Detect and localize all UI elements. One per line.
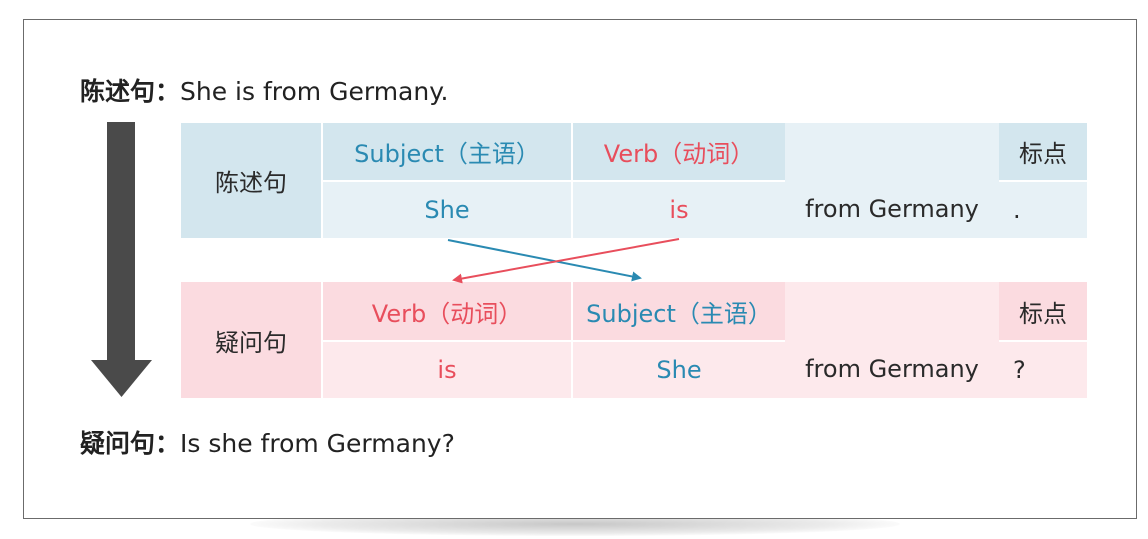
- question-label: 疑问句：: [80, 429, 181, 458]
- question-sentence: 疑问句：Is she from Germany?: [80, 424, 455, 460]
- question-text: Is she from Germany?: [180, 429, 455, 458]
- verb-move-arrow: [452, 238, 680, 284]
- subject-move-arrow: [447, 239, 642, 282]
